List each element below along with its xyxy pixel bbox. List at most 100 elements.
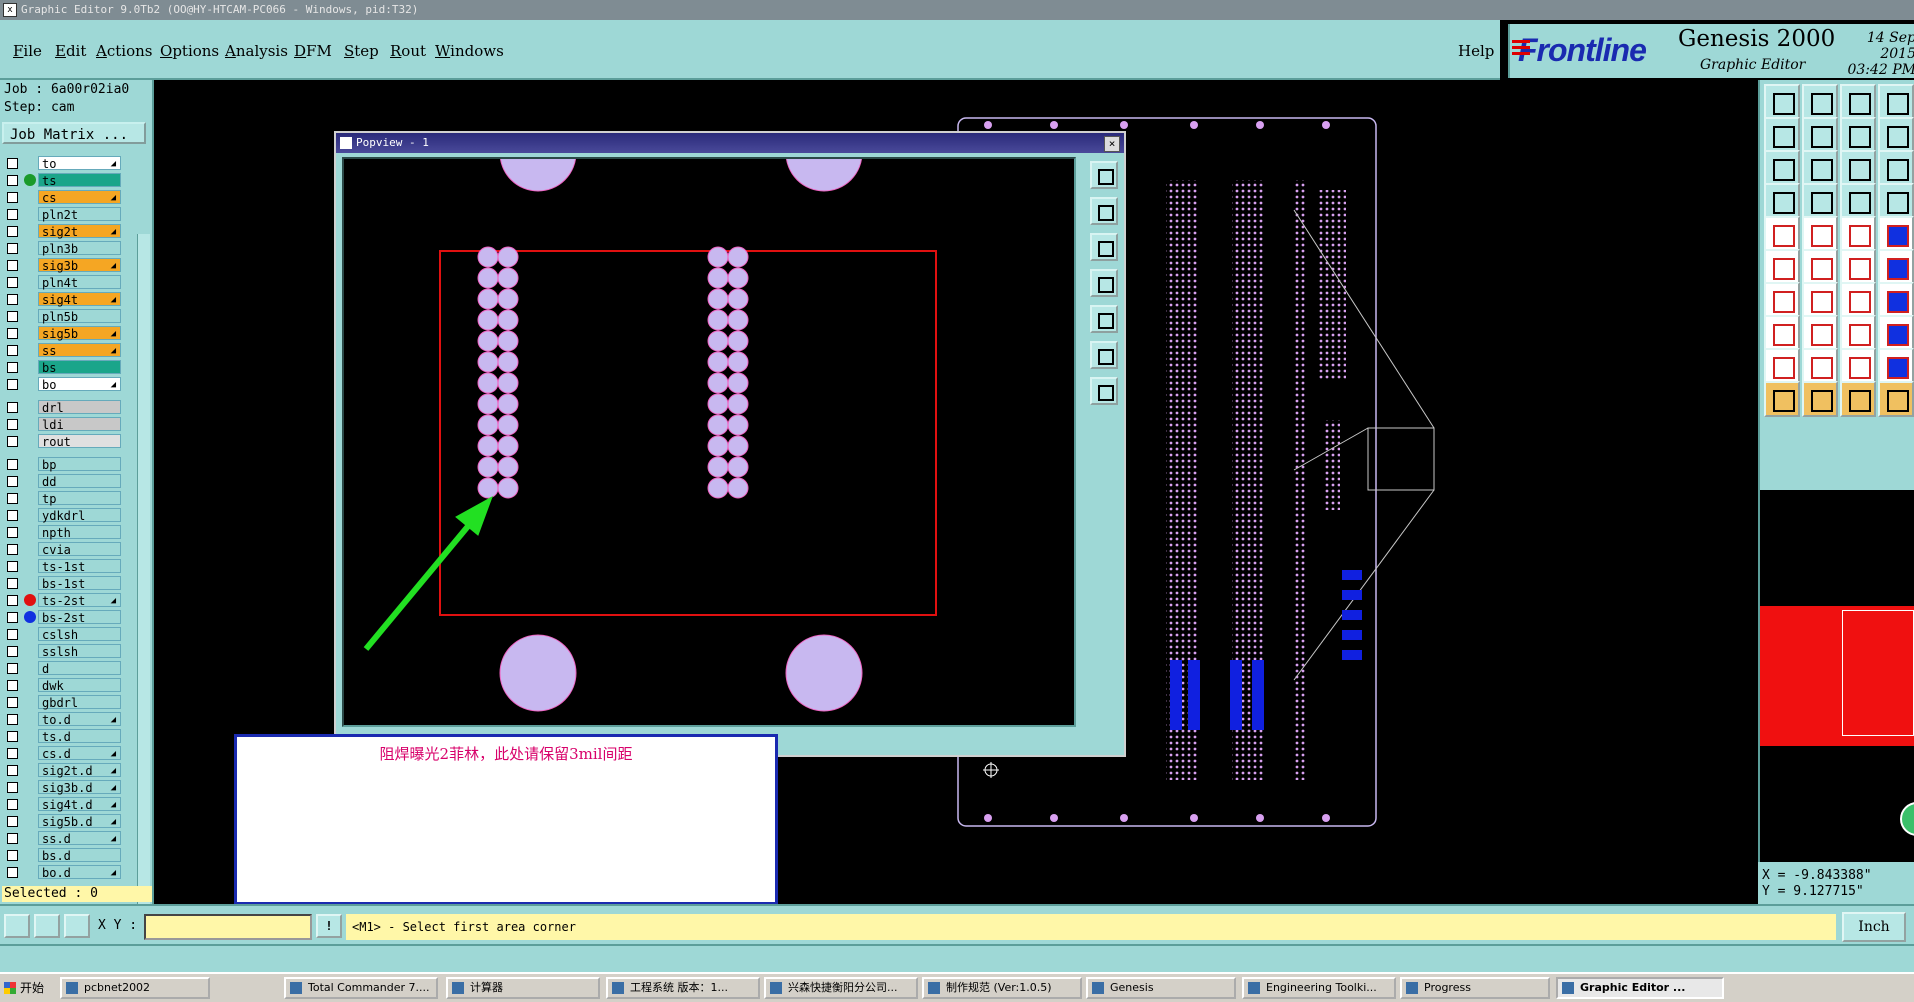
layer-affected-indicator[interactable] bbox=[24, 475, 36, 487]
layer-checkbox[interactable] bbox=[7, 192, 18, 203]
add-node-icon[interactable] bbox=[1764, 249, 1800, 285]
layer-affected-indicator[interactable] bbox=[24, 628, 36, 640]
layer-checkbox[interactable] bbox=[7, 260, 18, 271]
layer-checkbox[interactable] bbox=[7, 311, 18, 322]
layer-row[interactable]: sig2t.d ◢ bbox=[2, 763, 137, 778]
layer-color-icon[interactable] bbox=[1764, 183, 1800, 219]
layer-name[interactable]: d bbox=[38, 661, 121, 676]
triangle-b-icon[interactable] bbox=[1840, 348, 1876, 384]
layer-name[interactable]: sig5b.d ◢ bbox=[38, 814, 121, 829]
task-eng-toolkit[interactable]: Engineering Toolki... bbox=[1242, 977, 1396, 999]
layer-affected-indicator[interactable] bbox=[24, 401, 36, 413]
connect2-icon[interactable] bbox=[1878, 249, 1914, 285]
layer-checkbox[interactable] bbox=[7, 731, 18, 742]
layer-affected-indicator[interactable] bbox=[24, 157, 36, 169]
layer-row[interactable]: ss.d ◢ bbox=[2, 831, 137, 846]
layer-checkbox[interactable] bbox=[7, 578, 18, 589]
pad-blue-icon[interactable] bbox=[1878, 315, 1914, 351]
layer-menu-icon[interactable]: ◢ bbox=[111, 866, 116, 880]
layer-checkbox[interactable] bbox=[7, 419, 18, 430]
snap-red2-icon[interactable] bbox=[1878, 183, 1914, 219]
pop-pan-down-icon[interactable] bbox=[1090, 233, 1118, 261]
menu-options[interactable]: Options bbox=[160, 42, 219, 60]
grid-icon[interactable] bbox=[1802, 183, 1838, 219]
layer-affected-indicator[interactable] bbox=[24, 327, 36, 339]
layer-menu-icon[interactable]: ◢ bbox=[111, 798, 116, 812]
layer-checkbox[interactable] bbox=[7, 612, 18, 623]
layer-name[interactable]: ss.d ◢ bbox=[38, 831, 121, 846]
snap-red-icon[interactable] bbox=[1840, 183, 1876, 219]
layer-name[interactable]: pln4t bbox=[38, 275, 121, 290]
pointer-circle-icon[interactable] bbox=[1840, 381, 1876, 417]
layer-name[interactable]: rout bbox=[38, 434, 121, 449]
layer-checkbox[interactable] bbox=[7, 328, 18, 339]
layer-name[interactable]: ydkdrl bbox=[38, 508, 121, 523]
layer-checkbox[interactable] bbox=[7, 510, 18, 521]
layer-row[interactable]: ydkdrl bbox=[2, 508, 137, 523]
layer-checkbox[interactable] bbox=[7, 402, 18, 413]
layer-row[interactable]: cslsh bbox=[2, 627, 137, 642]
zoom-area-icon[interactable] bbox=[1802, 150, 1838, 186]
frame-icon[interactable] bbox=[1878, 84, 1914, 120]
menu-help[interactable]: Help bbox=[1458, 42, 1494, 60]
layer-row[interactable]: gbdrl bbox=[2, 695, 137, 710]
layer-affected-indicator[interactable] bbox=[24, 713, 36, 725]
job-matrix-button[interactable]: Job Matrix ... bbox=[2, 122, 146, 144]
layer-affected-indicator[interactable] bbox=[24, 492, 36, 504]
layer-affected-indicator[interactable] bbox=[24, 611, 36, 623]
pointer-red-icon[interactable] bbox=[1802, 381, 1838, 417]
layer-row[interactable]: pln3b bbox=[2, 241, 137, 256]
layer-affected-indicator[interactable] bbox=[24, 798, 36, 810]
zoom-1to1-icon[interactable] bbox=[1840, 150, 1876, 186]
layer-checkbox[interactable] bbox=[7, 379, 18, 390]
layer-affected-indicator[interactable] bbox=[24, 208, 36, 220]
polygon-icon[interactable] bbox=[1764, 315, 1800, 351]
layer-affected-indicator[interactable] bbox=[24, 849, 36, 861]
layer-row[interactable]: pln4t bbox=[2, 275, 137, 290]
layer-menu-icon[interactable]: ◢ bbox=[111, 594, 116, 608]
pointer-icon[interactable] bbox=[1764, 381, 1800, 417]
task-eng-system[interactable]: 工程系统 版本：1... bbox=[606, 977, 760, 999]
layer-affected-indicator[interactable] bbox=[24, 866, 36, 878]
layer-checkbox[interactable] bbox=[7, 663, 18, 674]
layer-name[interactable]: cs ◢ bbox=[38, 190, 121, 205]
layer-row[interactable]: ts bbox=[2, 173, 137, 188]
diag-line-icon[interactable] bbox=[1802, 282, 1838, 318]
units-button[interactable]: Inch bbox=[1842, 912, 1906, 942]
layer-checkbox[interactable] bbox=[7, 867, 18, 878]
layer-row[interactable]: d bbox=[2, 661, 137, 676]
task-genesis[interactable]: Genesis bbox=[1086, 977, 1236, 999]
layer-menu-icon[interactable]: ◢ bbox=[111, 157, 116, 171]
layer-checkbox[interactable] bbox=[7, 782, 18, 793]
layer-affected-indicator[interactable] bbox=[24, 344, 36, 356]
layer-row[interactable]: ts.d bbox=[2, 729, 137, 744]
help-icon[interactable] bbox=[1878, 150, 1914, 186]
triangle-icon[interactable] bbox=[1764, 348, 1800, 384]
layer-menu-icon[interactable]: ◢ bbox=[111, 225, 116, 239]
feature-cut-icon[interactable] bbox=[1802, 216, 1838, 252]
layer-checkbox[interactable] bbox=[7, 748, 18, 759]
layer-row[interactable]: to.d ◢ bbox=[2, 712, 137, 727]
layer-checkbox[interactable] bbox=[7, 850, 18, 861]
layer-name[interactable]: npth bbox=[38, 525, 121, 540]
layer-name[interactable]: bp bbox=[38, 457, 121, 472]
layer-name[interactable]: tp bbox=[38, 491, 121, 506]
layer-menu-icon[interactable]: ◢ bbox=[111, 344, 116, 358]
layer-name[interactable]: pln5b bbox=[38, 309, 121, 324]
layer-checkbox[interactable] bbox=[7, 158, 18, 169]
layer-row[interactable]: sig4t ◢ bbox=[2, 292, 137, 307]
layer-name[interactable]: dwk bbox=[38, 678, 121, 693]
layer-checkbox[interactable] bbox=[7, 436, 18, 447]
pointer-step-icon[interactable] bbox=[1878, 381, 1914, 417]
layer-checkbox[interactable] bbox=[7, 362, 18, 373]
layer-checkbox[interactable] bbox=[7, 561, 18, 572]
layer-menu-icon[interactable]: ◢ bbox=[111, 327, 116, 341]
layer-checkbox[interactable] bbox=[7, 476, 18, 487]
layer-name[interactable]: pln3b bbox=[38, 241, 121, 256]
layer-affected-indicator[interactable] bbox=[24, 259, 36, 271]
layer-affected-indicator[interactable] bbox=[24, 361, 36, 373]
layer-checkbox[interactable] bbox=[7, 345, 18, 356]
layer-menu-icon[interactable]: ◢ bbox=[111, 191, 116, 205]
layer-row[interactable]: ldi bbox=[2, 417, 137, 432]
layer-affected-indicator[interactable] bbox=[24, 509, 36, 521]
